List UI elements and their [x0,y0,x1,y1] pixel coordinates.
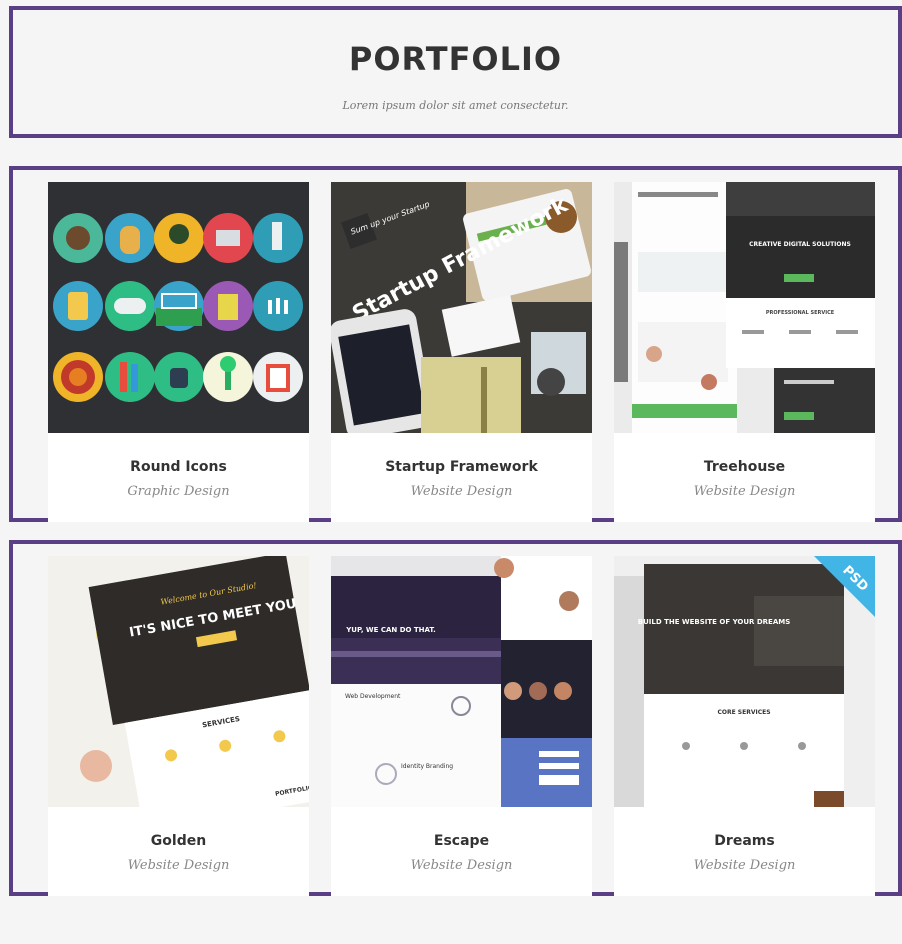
card-title[interactable]: Startup Framework [331,459,592,475]
portfolio-card-treehouse[interactable]: CREATIVE DIGITAL SOLUTIONS PROFESSIONAL … [614,182,875,522]
hero-text: CREATIVE DIGITAL SOLUTIONS [749,241,851,248]
escape-web: Web Development [345,693,401,700]
card-title[interactable]: Escape [331,833,592,849]
escape-branding: Identity Branding [401,763,453,770]
treehouse-thumbnail[interactable]: CREATIVE DIGITAL SOLUTIONS PROFESSIONAL … [614,182,875,433]
dreams-services: CORE SERVICES [717,709,770,716]
dreams-headline: BUILD THE WEBSITE OF YOUR DREAMS [638,618,791,626]
card-category: Website Design [127,858,230,873]
dreams-thumbnail[interactable]: BUILD THE WEBSITE OF YOUR DREAMS CORE SE… [614,556,875,807]
page-subtitle: Lorem ipsum dolor sit amet consectetur. [342,99,569,112]
startup-framework-thumbnail[interactable]: Sum up your Startup Startup Framework [331,182,592,433]
portfolio-card-escape[interactable]: YUP, WE CAN DO THAT. Web Development Ide… [331,556,592,896]
page-title: PORTFOLIO [348,40,563,78]
portfolio-card-startup-framework[interactable]: Sum up your Startup Startup Framework St… [331,182,592,522]
portfolio-card-round-icons[interactable]: Round Icons Graphic Design [48,182,309,522]
card-title[interactable]: Treehouse [614,459,875,475]
golden-thumbnail[interactable]: Welcome to Our Studio! IT'S NICE TO MEET… [48,556,309,807]
card-category: Website Design [410,858,513,873]
card-category: Website Design [410,484,513,499]
card-title[interactable]: Dreams [614,833,875,849]
portfolio-header: PORTFOLIO Lorem ipsum dolor sit amet con… [9,6,902,138]
escape-thumbnail[interactable]: YUP, WE CAN DO THAT. Web Development Ide… [331,556,592,807]
round-icons-thumbnail[interactable] [48,182,309,433]
portfolio-card-dreams[interactable]: BUILD THE WEBSITE OF YOUR DREAMS CORE SE… [614,556,875,896]
card-category: Website Design [693,858,796,873]
card-title[interactable]: Round Icons [48,459,309,475]
escape-headline: YUP, WE CAN DO THAT. [345,626,436,634]
card-category: Graphic Design [127,484,230,499]
portfolio-card-golden[interactable]: Welcome to Our Studio! IT'S NICE TO MEET… [48,556,309,896]
card-category: Website Design [693,484,796,499]
card-title[interactable]: Golden [48,833,309,849]
services-text: PROFESSIONAL SERVICE [766,310,835,316]
